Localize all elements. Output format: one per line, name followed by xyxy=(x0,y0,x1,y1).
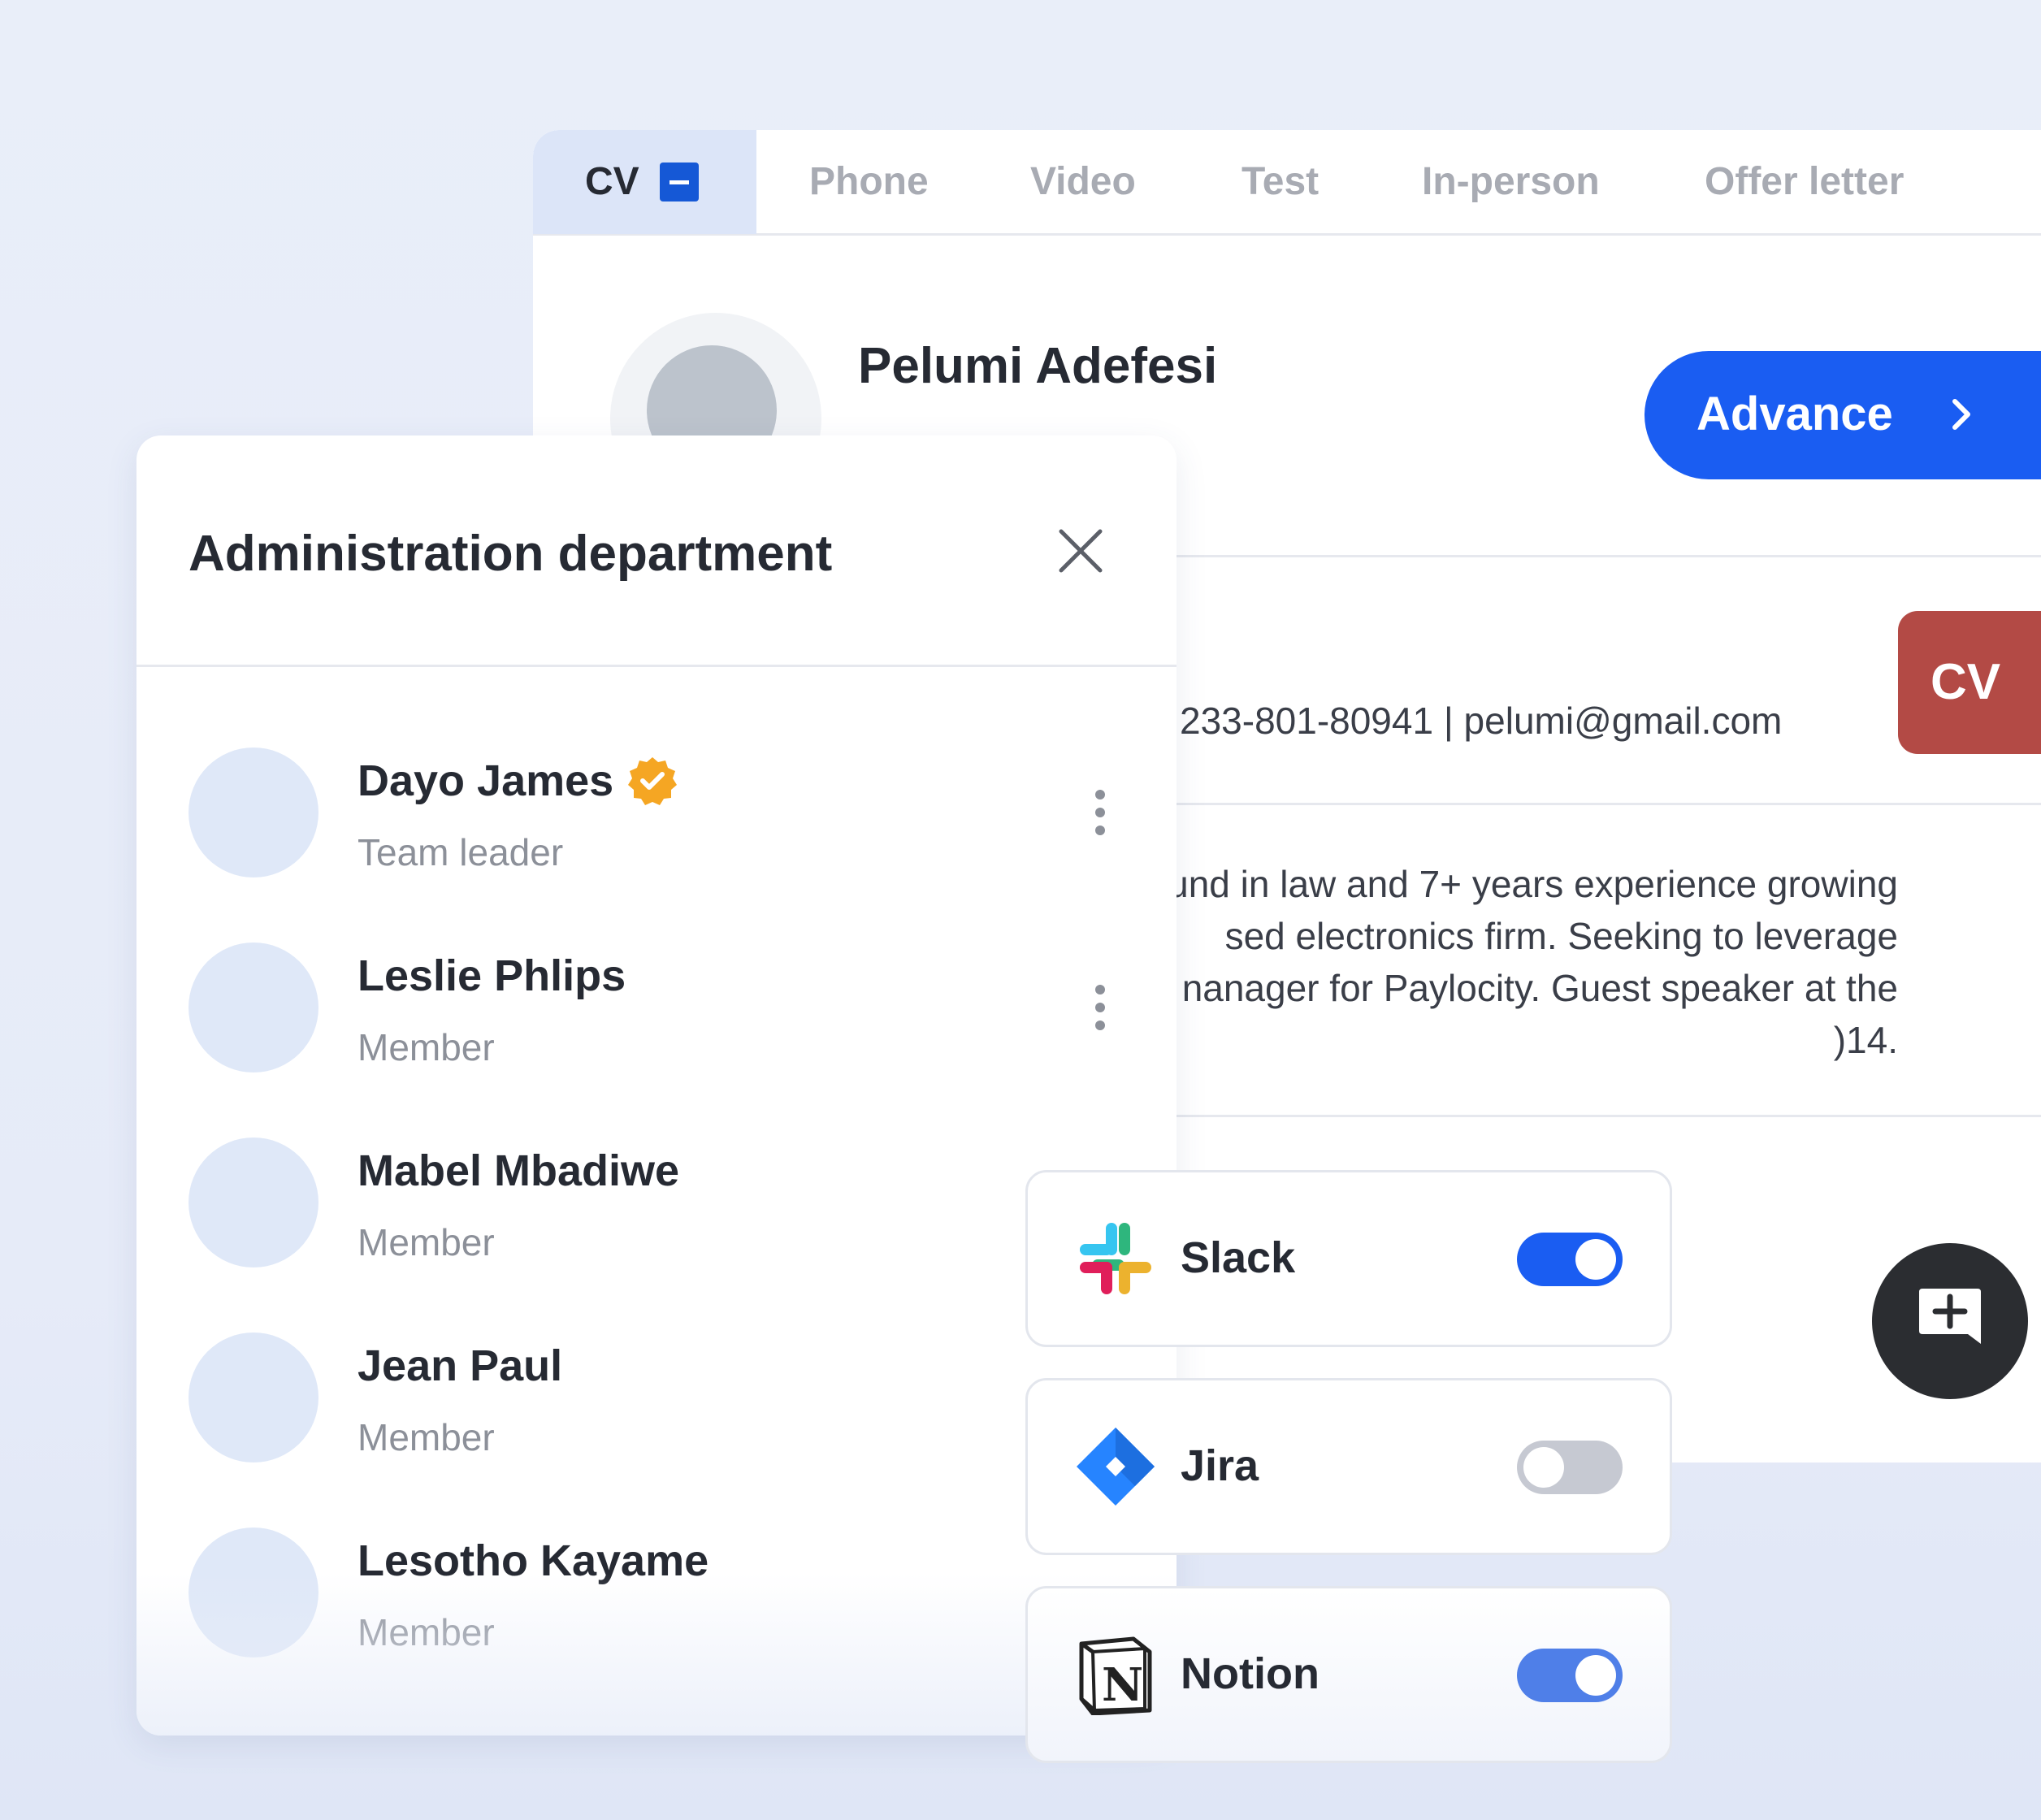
tab-video[interactable]: Video xyxy=(1030,130,1136,234)
member-role: Member xyxy=(358,1416,495,1458)
chevron-right-icon xyxy=(1952,399,1970,430)
app-canvas: CV Phone Video Test In-person Offer lett… xyxy=(0,0,2041,1820)
member-role: Member xyxy=(358,1221,495,1263)
avatar xyxy=(188,748,318,878)
integration-name: Slack xyxy=(1181,1233,1296,1282)
collapse-icon[interactable] xyxy=(660,162,699,202)
integration-card-jira: Jira xyxy=(1025,1378,1672,1555)
avatar xyxy=(188,1332,318,1462)
fade-overlay xyxy=(136,1573,1176,1736)
jira-toggle[interactable] xyxy=(1517,1441,1623,1494)
tab-offer-letter[interactable]: Offer letter xyxy=(1705,130,1904,234)
stage-tabs: CV Phone Video Test In-person Offer lett… xyxy=(533,130,2041,236)
department-panel: Administration department Dayo James Tea… xyxy=(136,436,1176,1736)
member-role: Team leader xyxy=(358,831,564,873)
more-vertical-icon[interactable] xyxy=(1092,788,1108,837)
notion-logo-icon: N xyxy=(1079,1636,1152,1715)
advance-button[interactable]: Advance xyxy=(1644,351,2041,479)
tab-in-person[interactable]: In-person xyxy=(1422,130,1600,234)
cv-file-badge[interactable]: CV xyxy=(1898,611,2041,754)
tab-label: In-person xyxy=(1422,160,1600,203)
slack-toggle[interactable] xyxy=(1517,1233,1623,1286)
tab-cv[interactable]: CV xyxy=(533,130,756,234)
avatar xyxy=(188,1138,318,1268)
svg-text:N: N xyxy=(1102,1658,1143,1712)
tab-label: Test xyxy=(1242,160,1320,203)
integration-name: Notion xyxy=(1181,1649,1320,1698)
add-comment-button[interactable] xyxy=(1872,1243,2028,1399)
integration-card-notion: N Notion xyxy=(1025,1586,1672,1763)
candidate-contact: 233-801-80941 | pelumi@gmail.com xyxy=(1180,700,1783,742)
member-name: Dayo James xyxy=(358,756,614,805)
add-comment-icon xyxy=(1919,1289,1981,1344)
tab-test[interactable]: Test xyxy=(1242,130,1319,234)
member-role: Member xyxy=(358,1026,495,1068)
list-item[interactable]: Dayo James Team leader xyxy=(188,748,1123,882)
member-name: Mabel Mbadiwe xyxy=(358,1146,680,1195)
jira-logo-icon xyxy=(1077,1428,1155,1506)
list-item[interactable]: Leslie Phlips Member xyxy=(188,942,1123,1077)
verified-badge-icon xyxy=(628,757,677,805)
panel-title: Administration department xyxy=(188,526,833,582)
tab-label: Phone xyxy=(809,160,929,203)
integration-name: Jira xyxy=(1181,1441,1259,1490)
divider xyxy=(136,665,1176,667)
more-vertical-icon[interactable] xyxy=(1092,983,1108,1032)
list-item[interactable]: Jean Paul Member xyxy=(188,1332,1123,1467)
tab-label: Video xyxy=(1030,160,1136,203)
slack-logo-icon xyxy=(1080,1223,1151,1294)
candidate-name: Pelumi Adefesi xyxy=(858,338,1218,394)
integration-card-slack: Slack xyxy=(1025,1170,1672,1347)
tab-label: Offer letter xyxy=(1705,160,1904,203)
avatar xyxy=(188,942,318,1072)
tab-label: CV xyxy=(585,160,639,203)
notion-toggle[interactable] xyxy=(1517,1649,1623,1702)
member-name: Jean Paul xyxy=(358,1341,563,1390)
member-name: Leslie Phlips xyxy=(358,951,626,1000)
advance-label: Advance xyxy=(1696,388,1893,440)
close-icon[interactable] xyxy=(1055,525,1107,577)
tab-phone[interactable]: Phone xyxy=(809,130,929,234)
list-item[interactable]: Mabel Mbadiwe Member xyxy=(188,1138,1123,1272)
